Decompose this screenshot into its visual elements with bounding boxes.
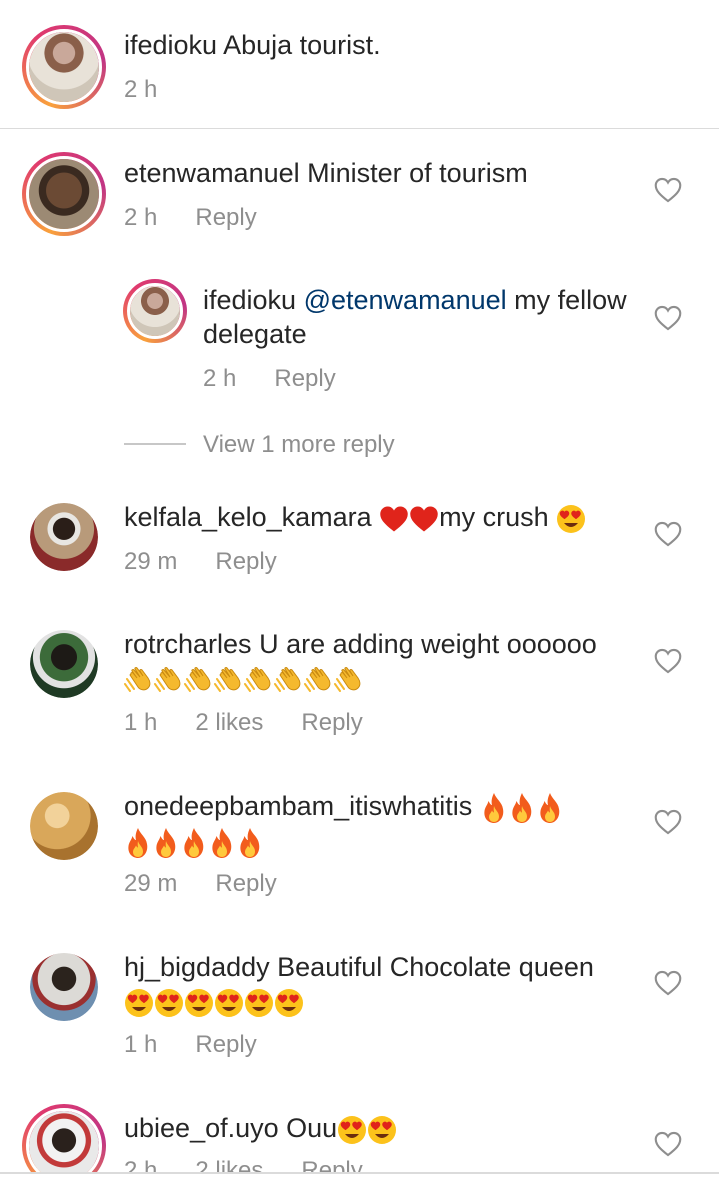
reply-button[interactable]: Reply — [301, 1156, 362, 1172]
comment-body: Ouu — [286, 1113, 338, 1143]
comment-item: ubiee_of.uyo Ouu 2 h 2 likes Reply — [0, 0, 719, 1172]
comment-text: ubiee_of.uyo Ouu — [124, 1111, 397, 1145]
bottom-divider — [0, 1172, 719, 1174]
comment-username[interactable]: ubiee_of.uyo — [124, 1113, 279, 1143]
heart-eyes-icon — [367, 1115, 397, 1145]
likes-count[interactable]: 2 likes — [195, 1156, 263, 1172]
comment-time: 2 h — [124, 1157, 158, 1172]
avatar[interactable] — [22, 1104, 106, 1172]
heart-outline-icon[interactable] — [654, 1131, 682, 1157]
heart-eyes-icon — [337, 1115, 367, 1145]
comment-meta: 2 h 2 likes Reply — [124, 1156, 363, 1172]
